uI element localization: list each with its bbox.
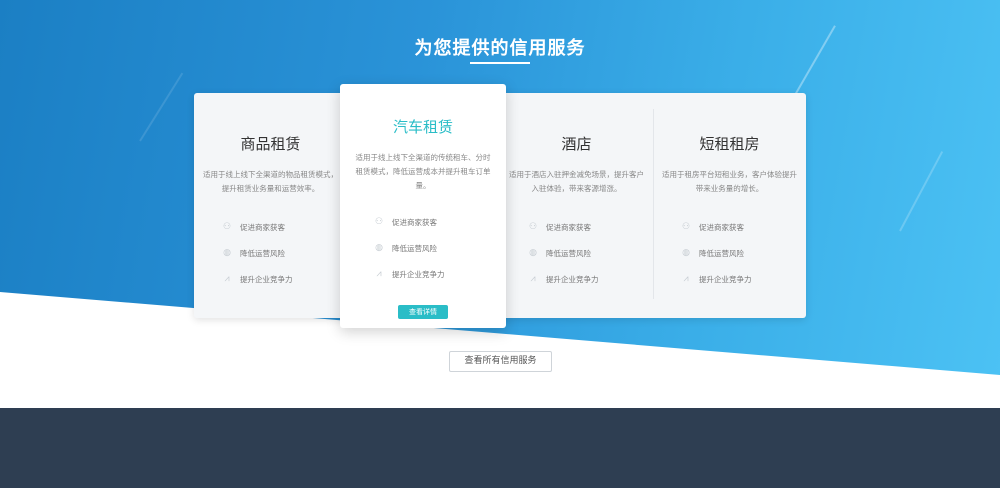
- feature-item: ⚇ 促进商家获客: [222, 214, 347, 240]
- card-title: 短租租房: [699, 135, 760, 153]
- footer: [0, 408, 1000, 488]
- growth-chart-icon: ⩘: [683, 274, 689, 284]
- feature-item: ⩘ 提升企业竞争力: [681, 266, 806, 292]
- feature-label: 提升企业竞争力: [546, 274, 599, 284]
- growth-chart-icon: ⩘: [530, 274, 536, 284]
- shield-icon: ◍: [375, 243, 383, 253]
- shield-icon: ◍: [223, 248, 231, 258]
- service-card-short-rental[interactable]: 短租租房 适用于租房平台短租业务，客户体验提升带来业务量的增长。 ⚇ 促进商家获…: [653, 93, 806, 318]
- card-title: 汽车租赁: [392, 118, 453, 136]
- service-card-car-rental[interactable]: 汽车租赁 适用于线上线下全渠道的传统租车、分时租赁模式，降低运营成本并提升租车订…: [340, 84, 506, 328]
- feature-list: ⚇ 促进商家获客 ◍ 降低运营风险 ⩘ 提升企业竞争力: [528, 214, 653, 292]
- service-card-goods-rental[interactable]: 商品租赁 适用于线上线下全渠道的物品租赁模式，提升租赁业务量和运营效率。 ⚇ 促…: [194, 93, 347, 318]
- feature-item: ⚇ 促进商家获客: [374, 209, 506, 235]
- feature-item: ◍ 降低运营风险: [222, 240, 347, 266]
- feature-label: 促进商家获客: [240, 222, 285, 232]
- feature-label: 提升企业竞争力: [392, 269, 445, 279]
- view-details-button[interactable]: 查看详情: [398, 305, 448, 319]
- card-title: 酒店: [561, 135, 592, 153]
- feature-label: 提升企业竞争力: [240, 274, 293, 284]
- card-description: 适用于租房平台短租业务，客户体验提升带来业务量的增长。: [662, 170, 797, 193]
- feature-label: 降低运营风险: [546, 248, 591, 258]
- feature-item: ◍ 降低运营风险: [528, 240, 653, 266]
- growth-chart-icon: ⩘: [376, 269, 382, 279]
- feature-label: 降低运营风险: [392, 243, 437, 253]
- merchant-icon: ⚇: [374, 217, 384, 227]
- feature-item: ⩘ 提升企业竞争力: [374, 261, 506, 287]
- card-title: 商品租赁: [240, 135, 301, 153]
- feature-label: 降低运营风险: [699, 248, 744, 258]
- card-description: 适用于线上线下全渠道的物品租赁模式，提升租赁业务量和运营效率。: [203, 170, 338, 193]
- section-title: 为您提供的信用服务: [414, 38, 586, 59]
- title-underline: [470, 62, 530, 64]
- service-card-hotel[interactable]: 酒店 适用于酒店入驻押金减免场景，提升客户入驻体验，带来客源增涨。 ⚇ 促进商家…: [500, 93, 653, 318]
- feature-label: 降低运营风险: [240, 248, 285, 258]
- feature-item: ⚇ 促进商家获客: [528, 214, 653, 240]
- merchant-icon: ⚇: [528, 222, 538, 232]
- feature-label: 促进商家获客: [546, 222, 591, 232]
- feature-item: ◍ 降低运营风险: [681, 240, 806, 266]
- shield-icon: ◍: [529, 248, 537, 258]
- feature-item: ⩘ 提升企业竞争力: [222, 266, 347, 292]
- feature-item: ⚇ 促进商家获客: [681, 214, 806, 240]
- card-description: 适用于酒店入驻押金减免场景，提升客户入驻体验，带来客源增涨。: [509, 170, 644, 193]
- card-description: 适用于线上线下全渠道的传统租车、分时租赁模式，降低运营成本并提升租车订单量。: [355, 153, 491, 190]
- feature-list: ⚇ 促进商家获客 ◍ 降低运营风险 ⩘ 提升企业竞争力: [222, 214, 347, 292]
- feature-item: ⩘ 提升企业竞争力: [528, 266, 653, 292]
- feature-list: ⚇ 促进商家获客 ◍ 降低运营风险 ⩘ 提升企业竞争力: [374, 209, 506, 287]
- feature-label: 提升企业竞争力: [699, 274, 752, 284]
- growth-chart-icon: ⩘: [224, 274, 230, 284]
- feature-label: 促进商家获客: [699, 222, 744, 232]
- merchant-icon: ⚇: [222, 222, 232, 232]
- feature-list: ⚇ 促进商家获客 ◍ 降低运营风险 ⩘ 提升企业竞争力: [681, 214, 806, 292]
- merchant-icon: ⚇: [681, 222, 691, 232]
- feature-item: ◍ 降低运营风险: [374, 235, 506, 261]
- shield-icon: ◍: [682, 248, 690, 258]
- view-all-services-button[interactable]: 查看所有信用服务: [449, 351, 552, 372]
- feature-label: 促进商家获客: [392, 217, 437, 227]
